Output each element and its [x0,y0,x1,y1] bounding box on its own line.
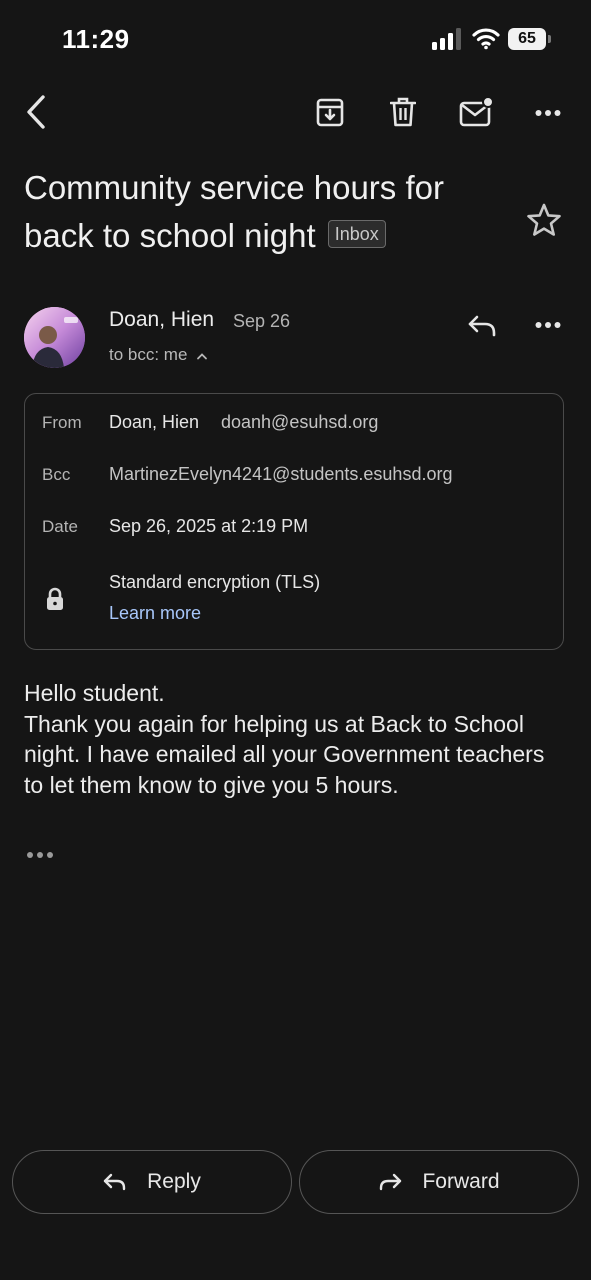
show-trimmed-content-icon[interactable] [26,850,54,860]
email-subject: Community service hours for back to scho… [24,164,504,260]
mail-unread-icon [459,97,493,127]
bcc-label: Bcc [42,465,71,484]
message-more-button[interactable] [530,310,566,340]
date-label: Date [42,517,78,536]
battery-indicator: 65 [508,28,552,50]
reply-button-inline[interactable] [464,310,500,342]
chevron-left-icon [27,95,45,129]
forward-icon [380,1173,402,1191]
learn-more-link[interactable]: Learn more [109,603,201,624]
message-body: Hello student. Thank you again for helpi… [24,678,569,800]
body-line: Thank you again for helping us at Back t… [24,710,545,798]
lock-icon [47,587,63,610]
more-horizontal-icon [535,322,561,328]
recipients-text: to bcc: me [109,345,188,364]
bcc-email[interactable]: MartinezEvelyn4241@students.esuhsd.org [109,464,452,485]
forward-button[interactable]: Forward [299,1150,579,1214]
reply-icon [103,1173,126,1191]
inbox-label-badge[interactable]: Inbox [327,220,386,249]
chevron-up-icon [197,352,208,359]
from-email[interactable]: doanh@esuhsd.org [221,412,378,433]
reply-button[interactable]: Reply [12,1150,292,1214]
from-label: From [42,413,82,432]
wifi-icon [472,28,500,50]
reply-label: Reply [147,1170,201,1193]
archive-icon [316,98,344,127]
sender-avatar[interactable] [24,307,85,368]
message-details-card: From Doan, Hien doanh@esuhsd.org Bcc Mar… [24,393,564,650]
mark-unread-button[interactable] [456,94,496,130]
star-outline-icon [527,203,561,236]
delete-button[interactable] [385,94,421,130]
recipients-toggle[interactable]: to bcc: me [109,345,208,365]
star-button[interactable] [524,200,564,240]
sender-name: Doan, Hien [109,308,215,331]
avatar-photo [24,307,85,368]
cellular-signal-icon [432,28,461,50]
battery-level: 65 [508,28,546,50]
back-button[interactable] [18,92,54,132]
encryption-info: Standard encryption (TLS) [109,572,321,592]
more-options-button[interactable] [530,98,566,128]
from-name: Doan, Hien [109,412,200,432]
status-time: 11:29 [62,24,130,54]
date-value: Sep 26, 2025 at 2:19 PM [109,516,309,536]
body-line: Hello student. [24,680,165,706]
forward-label: Forward [422,1170,500,1193]
reply-icon [468,315,496,337]
trash-icon [390,97,416,127]
archive-button[interactable] [312,94,348,130]
message-date: Sep 26 [233,311,291,331]
more-horizontal-icon [535,110,561,116]
